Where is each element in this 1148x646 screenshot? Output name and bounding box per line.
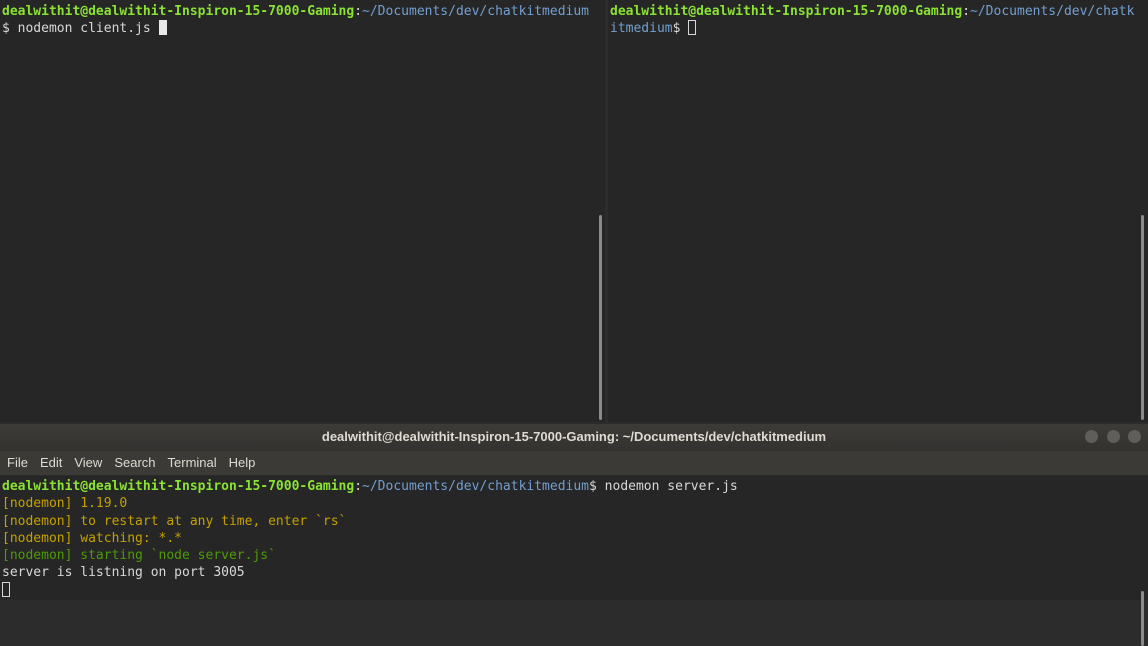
terminal-window[interactable]: dealwithit@dealwithit-Inspiron-15-7000-G… xyxy=(0,424,1148,646)
prompt-colon: : xyxy=(354,479,363,494)
prompt-user-host: dealwithit@dealwithit-Inspiron-15-7000-G… xyxy=(2,4,355,19)
menu-search[interactable]: Search xyxy=(108,451,161,475)
prompt-colon: : xyxy=(962,4,971,19)
output-line: [nodemon] watching: *.* xyxy=(2,530,183,546)
prompt-colon: : xyxy=(354,4,363,19)
prompt-user-host: dealwithit@dealwithit-Inspiron-15-7000-G… xyxy=(2,479,355,494)
menu-file[interactable]: File xyxy=(0,451,34,475)
output-line: [nodemon] to restart at any time, enter … xyxy=(2,513,347,529)
menu-bar: File Edit View Search Terminal Help xyxy=(0,451,1148,476)
scrollbar[interactable] xyxy=(1141,591,1144,646)
command-text: nodemon client.js xyxy=(17,21,159,36)
window-title: dealwithit@dealwithit-Inspiron-15-7000-G… xyxy=(321,429,827,444)
scrollbar[interactable] xyxy=(1141,215,1144,420)
text-cursor xyxy=(2,581,10,597)
minimize-button[interactable] xyxy=(1085,430,1098,443)
prompt-user-host: dealwithit@dealwithit-Inspiron-15-7000-G… xyxy=(610,4,963,19)
prompt-path: ~/Documents/dev/chatkitmedium xyxy=(362,479,590,494)
prompt-symbol: $ xyxy=(2,21,18,36)
terminal-pane-right[interactable]: dealwithit@dealwithit-Inspiron-15-7000-G… xyxy=(608,0,1148,422)
window-titlebar[interactable]: dealwithit@dealwithit-Inspiron-15-7000-G… xyxy=(0,424,1148,451)
menu-help[interactable]: Help xyxy=(223,451,262,475)
prompt-symbol: $ xyxy=(589,479,605,494)
maximize-button[interactable] xyxy=(1107,430,1120,443)
close-button[interactable] xyxy=(1128,430,1141,443)
menu-terminal[interactable]: Terminal xyxy=(162,451,223,475)
terminal-body[interactable]: dealwithit@dealwithit-Inspiron-15-7000-G… xyxy=(0,476,1148,646)
output-line: server is listning on port 3005 xyxy=(2,565,245,581)
terminal-output-right: dealwithit@dealwithit-Inspiron-15-7000-G… xyxy=(610,3,1138,37)
output-line: [nodemon] 1.19.0 xyxy=(2,496,128,512)
text-cursor xyxy=(688,20,697,35)
prompt-path: ~/Documents/dev/chatkitmedium xyxy=(362,4,590,19)
scrollbar[interactable] xyxy=(599,215,602,420)
menu-view[interactable]: View xyxy=(68,451,108,475)
menu-edit[interactable]: Edit xyxy=(34,451,68,475)
terminal-output-left: dealwithit@dealwithit-Inspiron-15-7000-G… xyxy=(2,3,595,37)
text-cursor xyxy=(158,20,167,35)
output-line: [nodemon] starting `node server.js` xyxy=(2,548,276,564)
command-text: nodemon server.js xyxy=(604,479,738,494)
terminal-pane-left[interactable]: dealwithit@dealwithit-Inspiron-15-7000-G… xyxy=(0,0,605,422)
prompt-symbol: $ xyxy=(672,21,689,36)
terminal-output: dealwithit@dealwithit-Inspiron-15-7000-G… xyxy=(2,478,738,599)
